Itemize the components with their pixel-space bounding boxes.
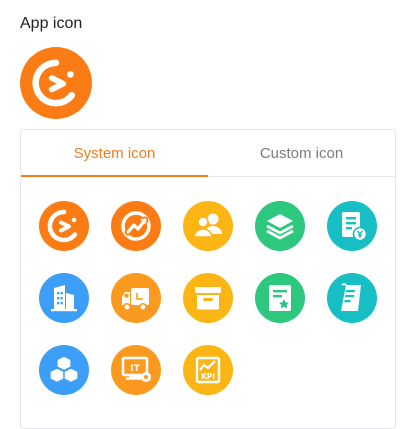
tab-custom-icon[interactable]: Custom icon	[208, 130, 395, 176]
tab-system-icon[interactable]: System icon	[21, 130, 208, 177]
icon-option-layers[interactable]	[255, 201, 305, 251]
app-icon-preview	[20, 47, 92, 119]
icon-tabs: System icon Custom icon	[21, 130, 395, 177]
icon-option-growth[interactable]	[111, 201, 161, 251]
pacman-chart-icon	[39, 201, 89, 251]
icon-option-certificate[interactable]	[255, 273, 305, 323]
it-settings-icon: IT	[111, 345, 161, 395]
icon-option-pacman[interactable]	[39, 201, 89, 251]
app-icon-label: App icon	[20, 15, 83, 32]
document-scroll-icon	[327, 273, 377, 323]
archive-box-icon	[183, 273, 233, 323]
icon-option-truck[interactable]	[111, 273, 161, 323]
certificate-star-icon	[255, 273, 305, 323]
svg-text:KPI: KPI	[201, 372, 215, 381]
svg-text:IT: IT	[130, 364, 140, 374]
layers-stack-icon	[255, 201, 305, 251]
kpi-chart-icon: KPI	[183, 345, 233, 395]
users-group-icon	[183, 201, 233, 251]
pacman-chart-icon	[20, 47, 92, 119]
icon-option-it[interactable]: IT	[111, 345, 161, 395]
icon-option-invoice[interactable]	[327, 201, 377, 251]
icon-option-building[interactable]	[39, 273, 89, 323]
delivery-truck-icon	[111, 273, 161, 323]
icon-option-cubes[interactable]	[39, 345, 89, 395]
office-building-icon	[39, 273, 89, 323]
cubes-icon	[39, 345, 89, 395]
icon-picker-panel: System icon Custom icon IT KPI	[20, 129, 396, 429]
icon-option-scroll[interactable]	[327, 273, 377, 323]
growth-arrow-icon	[111, 201, 161, 251]
icon-option-archive[interactable]	[183, 273, 233, 323]
invoice-money-icon	[327, 201, 377, 251]
icon-option-users[interactable]	[183, 201, 233, 251]
icon-option-kpi[interactable]: KPI	[183, 345, 233, 395]
